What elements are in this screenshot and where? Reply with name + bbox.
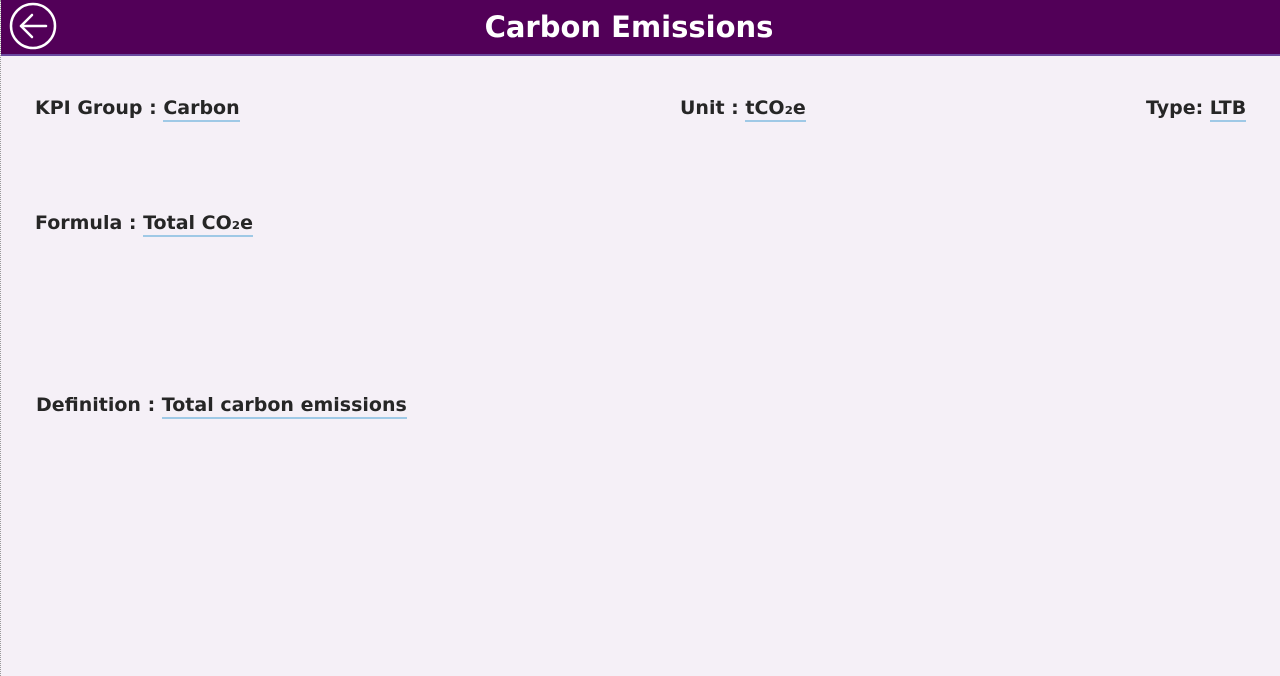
kpi-group-label: KPI Group : <box>35 97 164 119</box>
unit-value: tCO₂e <box>745 97 806 122</box>
definition-value: Total carbon emissions <box>161 394 407 419</box>
type-value: LTB <box>1209 97 1247 122</box>
unit-label: Unit : <box>680 97 746 119</box>
definition-label: Definition : <box>36 394 162 416</box>
page-title: Carbon Emissions <box>484 10 774 44</box>
type-label: Type: <box>1146 97 1210 119</box>
formula-value: Total CO₂e <box>143 212 253 237</box>
type-field: Type: LTB <box>1146 97 1247 122</box>
kpi-group-field: KPI Group : Carbon <box>35 97 240 122</box>
formula-label: Formula : <box>35 212 144 234</box>
unit-field: Unit : tCO₂e <box>680 97 806 122</box>
kpi-group-value: Carbon <box>163 97 240 122</box>
definition-field: Definition : Total carbon emissions <box>36 394 407 419</box>
kpi-definition-page: Carbon Emissions KPI Group : Carbon Unit… <box>0 0 1280 676</box>
formula-field: Formula : Total CO₂e <box>35 212 253 237</box>
header-bar: Carbon Emissions <box>1 0 1280 56</box>
